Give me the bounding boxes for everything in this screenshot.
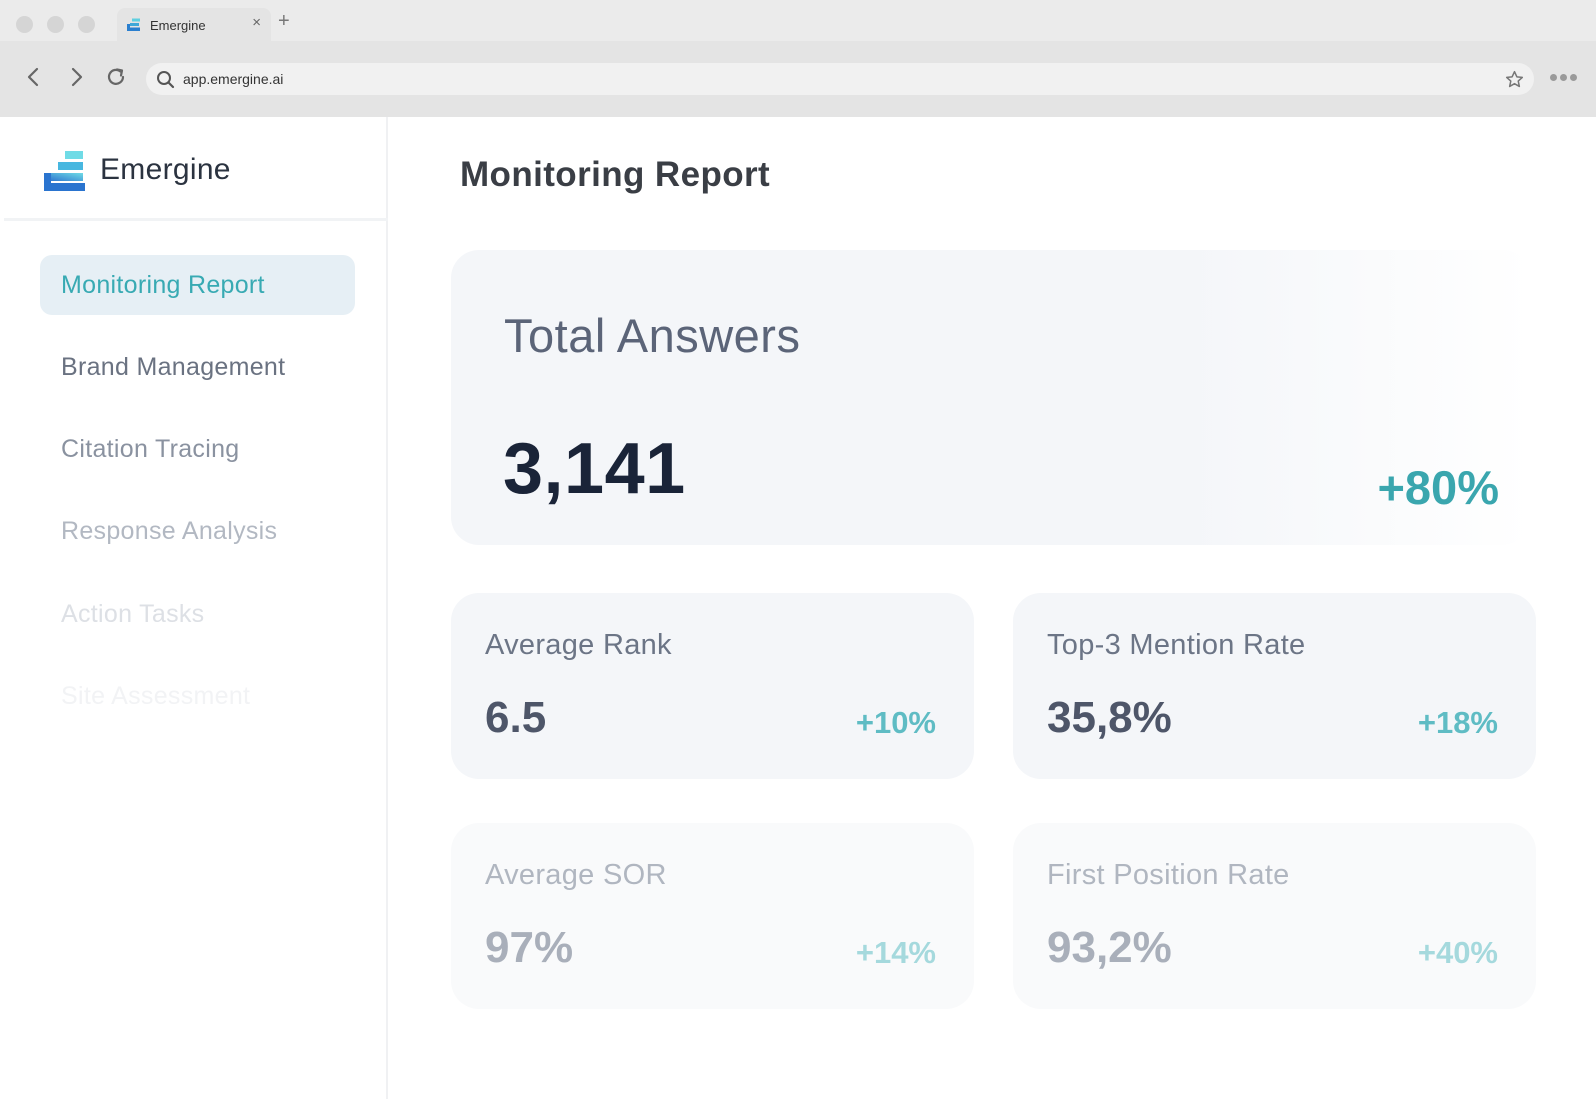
reload-icon [107,68,125,85]
sidebar-item-label: Monitoring Report [61,270,265,299]
more-menu-icon[interactable] [1550,74,1577,81]
average-rank-value: 6.5 [485,693,547,742]
sidebar-item-site-assessment[interactable]: Site Assessment [40,666,355,726]
brand-name: Emergine [100,153,231,186]
sidebar: Emergine Monitoring Report Brand Managem… [0,117,388,1099]
emergine-favicon-icon [127,18,140,31]
first-position-rate-label: First Position Rate [1047,859,1290,891]
search-icon [157,71,175,89]
main-content: Monitoring Report Total Answers 3,141 +8… [390,117,1596,1099]
logo-area: Emergine [4,117,388,221]
average-rank-card[interactable]: Average Rank 6.5 +10% [451,593,974,779]
tab-close-icon[interactable]: × [252,14,261,31]
sidebar-item-label: Response Analysis [61,516,278,545]
total-answers-value: 3,141 [503,429,686,509]
first-position-rate-value: 93,2% [1047,923,1172,972]
forward-button[interactable] [65,65,89,89]
first-position-rate-change: +40% [1417,935,1498,970]
menu-dot [1550,74,1557,81]
top3-mention-rate-label: Top-3 Mention Rate [1047,629,1306,661]
maximize-window-dot[interactable] [78,16,95,33]
bookmark-star-icon[interactable] [1505,70,1524,89]
new-tab-icon[interactable]: + [278,11,290,31]
url-text[interactable]: app.emergine.ai [183,71,283,87]
menu-dot [1570,74,1577,81]
sidebar-item-label: Site Assessment [61,681,251,710]
average-sor-change: +14% [855,935,936,970]
average-sor-card[interactable]: Average SOR 97% +14% [451,823,974,1009]
close-window-dot[interactable] [16,16,33,33]
chevron-right-icon [71,67,83,87]
sidebar-item-label: Brand Management [61,352,286,381]
browser-tab[interactable]: Emergine × [117,8,271,41]
average-rank-label: Average Rank [485,629,672,661]
top3-mention-rate-change: +18% [1417,705,1498,740]
sidebar-item-citation-tracing[interactable]: Citation Tracing [40,419,355,479]
top3-mention-rate-card[interactable]: Top-3 Mention Rate 35,8% +18% [1013,593,1536,779]
browser-window: Emergine × + app.emergine.ai Emergine Mo… [0,0,1596,1099]
total-answers-card[interactable]: Total Answers 3,141 +80% [451,250,1531,545]
sidebar-item-brand-management[interactable]: Brand Management [40,337,355,397]
menu-dot [1560,74,1567,81]
minimize-window-dot[interactable] [47,16,64,33]
address-bar[interactable]: app.emergine.ai [146,63,1534,95]
reload-button[interactable] [104,65,128,89]
emergine-logo-icon [44,151,85,191]
average-sor-label: Average SOR [485,859,667,891]
top3-mention-rate-value: 35,8% [1047,693,1172,742]
sidebar-item-action-tasks[interactable]: Action Tasks [40,584,355,644]
average-sor-value: 97% [485,923,574,972]
sidebar-item-response-analysis[interactable]: Response Analysis [40,501,355,561]
average-rank-change: +10% [855,705,936,740]
total-answers-label: Total Answers [504,309,801,362]
sidebar-item-monitoring-report[interactable]: Monitoring Report [40,255,355,315]
total-answers-change: +80% [1377,461,1499,514]
sidebar-item-label: Action Tasks [61,599,205,628]
tab-title: Emergine [150,18,206,33]
page-title: Monitoring Report [460,155,771,194]
chevron-left-icon [27,67,39,87]
tab-bar: Emergine × + [0,0,1596,41]
sidebar-item-label: Citation Tracing [61,434,240,463]
first-position-rate-card[interactable]: First Position Rate 93,2% +40% [1013,823,1536,1009]
browser-toolbar: app.emergine.ai [0,41,1596,117]
back-button[interactable] [21,65,45,89]
